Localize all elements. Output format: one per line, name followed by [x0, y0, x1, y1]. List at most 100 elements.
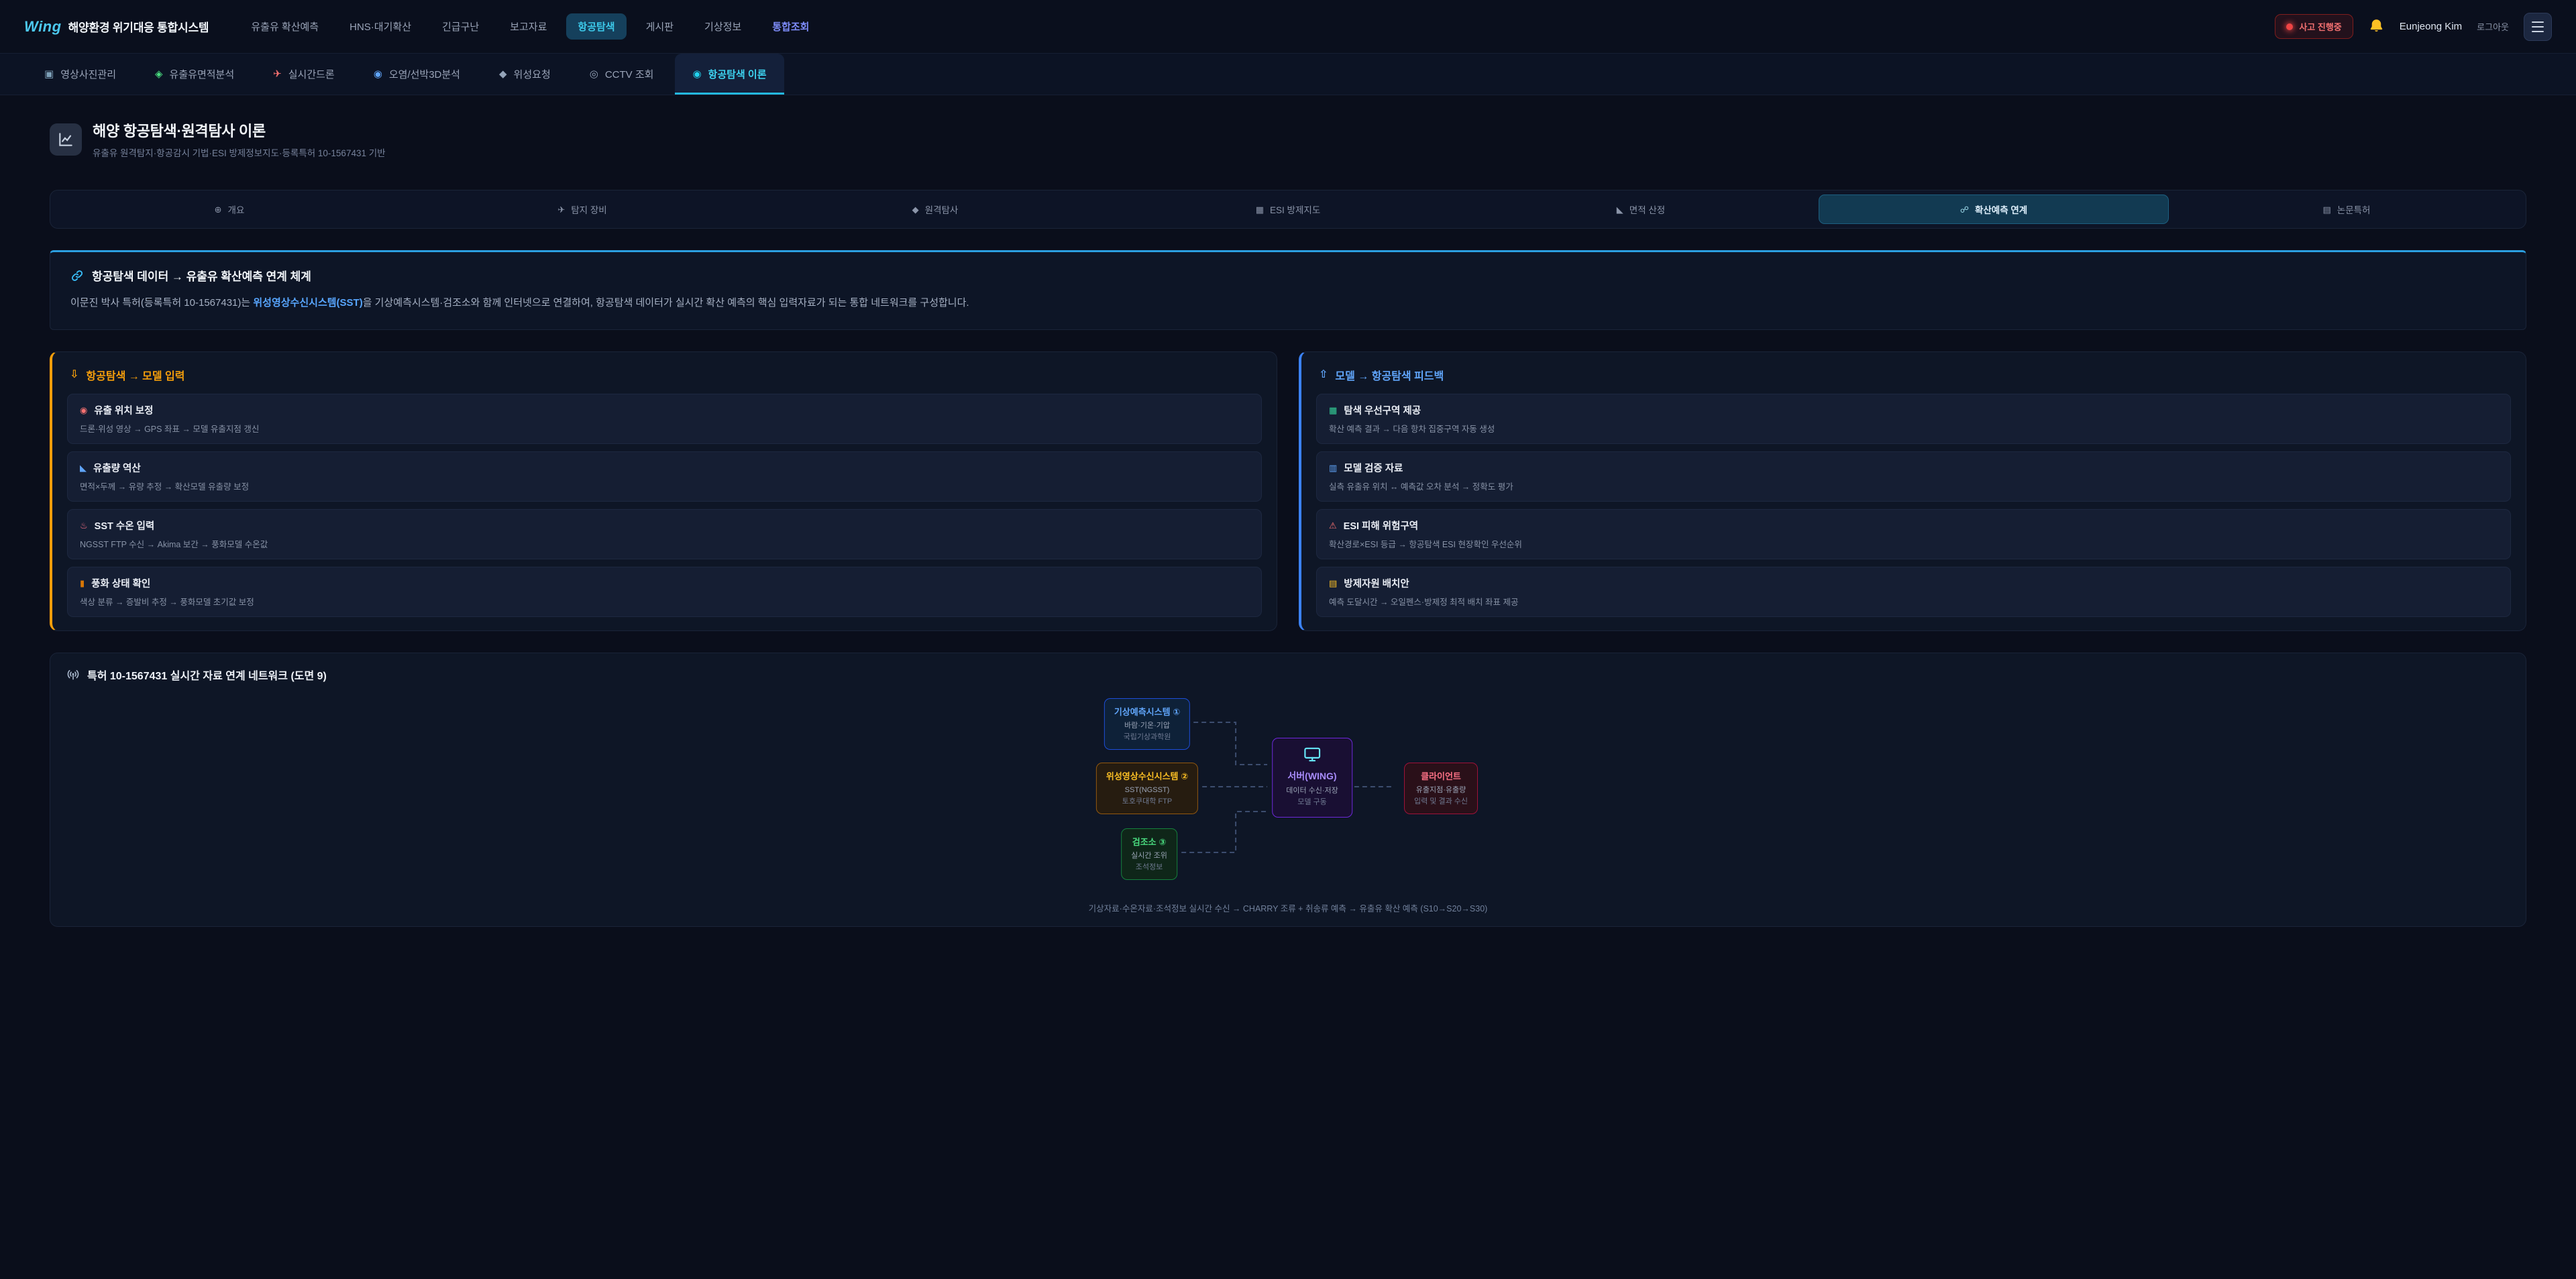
- node-title: 서버(WING): [1286, 769, 1338, 783]
- subnav-label: 영상사진관리: [60, 67, 116, 81]
- area-icon: ◣: [1617, 205, 1623, 214]
- globe-icon: ⊕: [215, 205, 222, 214]
- card-item-resource-deployment: ▤방제자원 배치안 예측 도달시간 → 오일펜스·방제정 최적 배치 좌표 제공: [1316, 567, 2511, 617]
- tab-label: ESI 방제지도: [1270, 203, 1320, 216]
- tab-area-calculation[interactable]: ◣ 면적 산정: [1466, 194, 1816, 224]
- tab-diffusion-prediction-link[interactable]: ☍확산예측 연계: [1819, 194, 2169, 224]
- chart-icon: ▥: [1329, 463, 1337, 472]
- photo-icon: ▣: [44, 69, 54, 79]
- app-logo[interactable]: Wing 해양환경 위기대응 통합시스템: [24, 18, 209, 36]
- logout-button[interactable]: 로그아웃: [2477, 20, 2509, 33]
- card-item-sst-input: ♨SST 수온 입력 NGSST FTP 수신 → Akima 보간 → 풍화모…: [67, 509, 1262, 559]
- node-wing-server: 서버(WING) 데이터 수신·저장 모델 구동: [1272, 738, 1352, 818]
- analysis-icon: ◈: [155, 69, 163, 79]
- subnav-label: 위성요청: [514, 67, 551, 81]
- subnav-tab-realtime-drone[interactable]: ✈실시간드론: [256, 54, 352, 95]
- page-icon: [50, 123, 82, 156]
- drone-icon: ✈: [273, 69, 282, 79]
- nav-report-materials[interactable]: 보고자료: [498, 13, 558, 40]
- cctv-icon: ◎: [590, 69, 598, 79]
- subnav-tab-pollution-ship-3d[interactable]: ◉ 오염/선박3D분석: [356, 54, 478, 95]
- node-line: 유출지점·유출량: [1414, 785, 1468, 796]
- subnav-tab-aerial-search-theory[interactable]: ◉항공탐색 이론: [675, 54, 784, 95]
- node-line: 조석정보: [1131, 862, 1167, 873]
- sphere-icon: ◉: [374, 69, 382, 79]
- thermometer-icon: ♨: [80, 521, 88, 530]
- node-title: 위성영상수신시스템 ②: [1106, 769, 1188, 782]
- menu-bar: [2532, 31, 2544, 32]
- incident-label: 사고 진행중: [2299, 20, 2341, 33]
- nav-integrated-search[interactable]: 통합조회: [761, 13, 820, 40]
- hamburger-menu-button[interactable]: [2524, 13, 2552, 41]
- wing-logo-text: Wing: [24, 18, 62, 36]
- pin-icon: ◉: [80, 406, 87, 414]
- node-title: 기상예측시스템 ①: [1114, 705, 1180, 718]
- card-title-text: 모델 → 항공탐색 피드백: [1335, 367, 1444, 383]
- item-title: 유출량 역산: [93, 461, 141, 475]
- node-tide-station: 검조소 ③ 실시간 조위 조석정보: [1121, 828, 1177, 880]
- sst-system-link[interactable]: 위성영상수신시스템(SST): [253, 297, 362, 309]
- item-title: ESI 피해 위험구역: [1344, 518, 1418, 533]
- section-heading: 항공탐색 데이터 → 유출유 확산예측 연계 체계: [70, 267, 2506, 284]
- priority-zone-icon: ▦: [1329, 406, 1337, 414]
- card-item-weathering-state: ▮풍화 상태 확인 색상 분류 → 증발비 추정 → 풍화모델 초기값 보정: [67, 567, 1262, 617]
- item-desc: 드론·위성 영상 → GPS 좌표 → 모델 유출지점 갱신: [80, 422, 1249, 435]
- item-desc: 확산 예측 결과 → 다음 항차 집중구역 자동 생성: [1329, 422, 2498, 435]
- item-title: 모델 검증 자료: [1344, 461, 1403, 475]
- tab-esi-response-map[interactable]: ▦ESI 방제지도: [1113, 194, 1463, 224]
- subnav-tab-image-photo-management[interactable]: ▣ 영상사진관리: [27, 54, 133, 95]
- subnav-label: 오염/선박3D분석: [389, 67, 460, 81]
- subnav-tab-satellite-request[interactable]: ◆위성요청: [482, 54, 568, 95]
- node-line: SST(NGSST): [1106, 785, 1188, 796]
- card-item-esi-risk-zone: ⚠ESI 피해 위험구역 확산경로×ESI 등급 → 항공탐색 ESI 현장확인…: [1316, 509, 2511, 559]
- tab-papers-patents[interactable]: ▤논문특허: [2171, 194, 2522, 224]
- tab-label: 탐지 장비: [571, 203, 606, 216]
- node-line: 입력 및 결과 수신: [1414, 796, 1468, 808]
- notification-bell-icon[interactable]: [2368, 18, 2385, 35]
- subnav-tab-oil-area-analysis[interactable]: ◈유출유면적분석: [138, 54, 252, 95]
- tab-label: 원격탐사: [925, 203, 959, 216]
- model-feedback-card: ⇧ 모델 → 항공탐색 피드백 ▦탐색 우선구역 제공 확산 예측 결과 → 다…: [1299, 351, 2526, 631]
- sub-navigation-tabs: ▣ 영상사진관리 ◈유출유면적분석 ✈실시간드론 ◉ 오염/선박3D분석 ◆위성요청…: [0, 54, 2576, 95]
- card-title: ⇧ 모델 → 항공탐색 피드백: [1316, 366, 2511, 394]
- item-title: 방제자원 배치안: [1344, 576, 1409, 590]
- item-title: SST 수온 입력: [95, 518, 155, 533]
- page-subtitle: 유출유 원격탐지·항공감시 기법·ESI 방제정보지도·등록특허 10-1567…: [93, 146, 386, 159]
- nav-oil-spill-prediction[interactable]: 유출유 확산예측: [239, 13, 330, 40]
- linkage-overview-section: 항공탐색 데이터 → 유출유 확산예측 연계 체계 이문진 박사 특허(등록특허…: [50, 250, 2526, 330]
- tab-overview[interactable]: ⊕개요: [54, 194, 405, 224]
- subnav-tab-cctv-view[interactable]: ◎CCTV 조회: [572, 54, 672, 95]
- monitor-icon: [1303, 747, 1321, 762]
- nav-hns-air-diffusion[interactable]: HNS·대기확산: [338, 13, 423, 40]
- nav-aerial-search[interactable]: 항공탐색: [566, 13, 626, 40]
- tab-remote-sensing[interactable]: ◆ 원격탐사: [760, 194, 1110, 224]
- node-title: 검조소 ③: [1131, 835, 1167, 848]
- card-item-priority-zone: ▦탐색 우선구역 제공 확산 예측 결과 → 다음 항차 집중구역 자동 생성: [1316, 394, 2511, 444]
- heli-icon: ✈: [557, 205, 565, 214]
- patent-network-section: 특허 10-1567431 실시간 자료 연계 네트워크 (도면 9) 기상예측…: [50, 653, 2526, 927]
- nav-weather-info[interactable]: 기상정보: [693, 13, 753, 40]
- sat2-icon: ◆: [912, 205, 919, 214]
- item-desc: 면적×두께 → 유량 추정 → 확산모델 유출량 보정: [80, 480, 1249, 492]
- tab-label: 확산예측 연계: [1975, 203, 2027, 216]
- top-navigation-bar: Wing 해양환경 위기대응 통합시스템 유출유 확산예측 HNS·대기확산 긴…: [0, 0, 2576, 54]
- subnav-label: 항공탐색 이론: [708, 67, 767, 81]
- alert-icon: ⚠: [1329, 521, 1337, 530]
- section-heading-text: 항공탐색 데이터 → 유출유 확산예측 연계 체계: [92, 267, 311, 284]
- node-line: 데이터 수신·저장: [1286, 785, 1338, 797]
- node-title: 클라이언트: [1414, 769, 1468, 782]
- node-weather-prediction-system: 기상예측시스템 ① 바람·기온·기압 국립기상과학원: [1104, 698, 1190, 750]
- node-line: 실시간 조위: [1131, 850, 1167, 862]
- nav-emergency-rescue[interactable]: 긴급구난: [431, 13, 490, 40]
- nav-board[interactable]: 게시판: [635, 13, 685, 40]
- network-title: 특허 10-1567431 실시간 자료 연계 네트워크 (도면 9): [66, 667, 2510, 683]
- item-title: 풍화 상태 확인: [91, 576, 150, 590]
- tab-detection-equipment[interactable]: ✈ 탐지 장비: [407, 194, 757, 224]
- incident-status-badge[interactable]: 사고 진행중: [2275, 14, 2353, 39]
- tab-label: 면적 산정: [1629, 203, 1665, 216]
- menu-bar: [2532, 21, 2544, 23]
- inbox-icon: ⇩: [70, 370, 78, 380]
- app-title: 해양환경 위기대응 통합시스템: [68, 18, 209, 35]
- model-input-card: ⇩ 항공탐색 → 모델 입력 ◉유출 위치 보정 드론·위성 영상 → GPS …: [50, 351, 1277, 631]
- item-desc: 실측 유출유 위치 ↔ 예측값 오차 분석 → 정확도 평가: [1329, 480, 2498, 492]
